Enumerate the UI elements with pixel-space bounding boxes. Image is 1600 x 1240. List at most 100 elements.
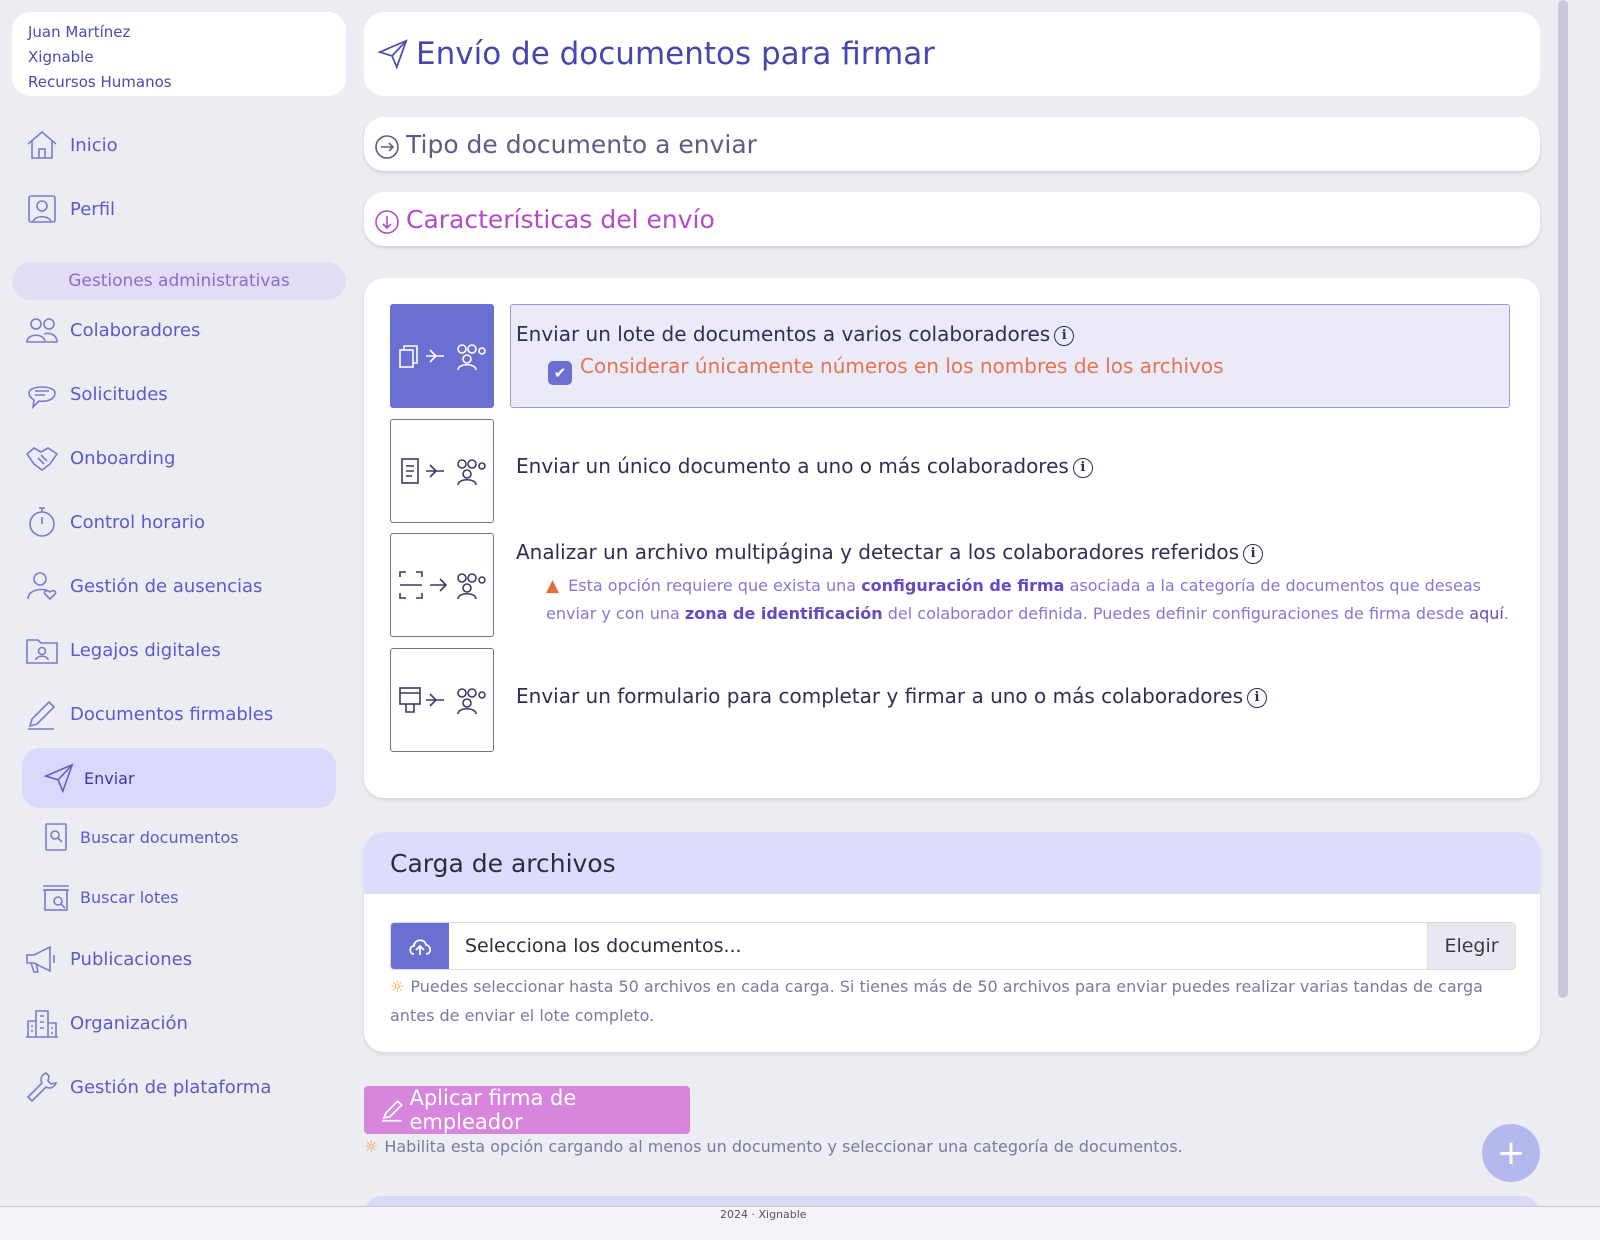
footer-text: 2024 · Xignable [720, 1208, 807, 1221]
sidebar-item-documentos-firmables[interactable]: Documentos firmables [24, 689, 273, 739]
sidebar-item-ausencias[interactable]: Gestión de ausencias [24, 561, 262, 611]
sidebar-item-enviar[interactable]: Enviar [22, 748, 336, 808]
option-unico-button[interactable] [390, 419, 494, 523]
sidebar-item-label: Control horario [70, 511, 206, 533]
wrench-icon [26, 1072, 58, 1103]
doc-search-icon [45, 823, 67, 851]
file-picker: Elegir [390, 922, 1516, 970]
pen-icon [381, 1099, 403, 1122]
option-label: Enviar un único documento a uno o más co… [516, 454, 1069, 478]
info-icon[interactable]: i [1243, 543, 1264, 564]
warning-icon: ▲ [546, 576, 560, 596]
lightbulb-icon: ☼ [364, 1137, 379, 1156]
sidebar-item-inicio[interactable]: Inicio [24, 120, 118, 170]
option-lote: Enviar un lote de documentos a varios co… [516, 322, 1075, 346]
apply-employer-signature-button[interactable]: Aplicar firma de empleador [364, 1086, 690, 1134]
upload-button[interactable] [391, 923, 449, 969]
sidebar-item-label: Inicio [70, 134, 118, 156]
option-lote-checkbox-row[interactable]: ✔ Considerar únicamente números en los no… [548, 354, 1224, 385]
sidebar-item-label: Buscar documentos [80, 827, 239, 847]
info-icon[interactable]: i [1072, 457, 1093, 478]
accordion-caracteristicas[interactable]: Características del envío [364, 192, 1540, 246]
sidebar-item-control-horario[interactable]: Control horario [24, 497, 205, 547]
accordion-tipo-documento[interactable]: Tipo de documento a enviar [364, 117, 1540, 171]
choose-button[interactable]: Elegir [1427, 923, 1515, 969]
page-title: Envío de documentos para firmar [416, 36, 935, 72]
option-lote-button[interactable] [390, 304, 494, 408]
option-formulario-button[interactable] [390, 648, 494, 752]
sidebar-item-perfil[interactable]: Perfil [24, 184, 115, 234]
send-icon [43, 763, 74, 794]
user-card: Juan Martínez Xignable Recursos Humanos [12, 12, 346, 96]
sidebar-item-label: Gestión de plataforma [70, 1076, 272, 1098]
checkbox-label: Considerar únicamente números en los nom… [580, 354, 1224, 378]
sidebar-item-colaboradores[interactable]: Colaboradores [24, 305, 200, 355]
option-label: Enviar un lote de documentos a varios co… [516, 322, 1051, 346]
option-formulario: Enviar un formulario para completar y fi… [516, 684, 1268, 708]
sidebar-item-label: Onboarding [70, 447, 176, 469]
option-label: Enviar un formulario para completar y fi… [516, 684, 1244, 708]
checkbox-checked-icon[interactable]: ✔ [548, 361, 572, 385]
home-icon [27, 130, 57, 159]
sidebar-item-label: Buscar lotes [80, 887, 179, 907]
upload-heading: Carga de archivos [364, 832, 1540, 894]
scrollbar[interactable] [1558, 0, 1568, 998]
user-department: Recursos Humanos [28, 73, 172, 91]
option-analizar-warning: ▲ Esta opción requiere que exista una co… [546, 576, 1509, 623]
option-analizar-button[interactable] [390, 533, 494, 637]
sidebar-item-buscar-documentos[interactable]: Buscar documentos [40, 817, 239, 857]
file-upload-panel: Carga de archivos Elegir ☼Puedes selecci… [364, 832, 1540, 1052]
batch-to-users-icon [399, 344, 486, 371]
signature-hint: ☼ Habilita esta opción cargando al menos … [364, 1137, 1183, 1156]
sidebar-item-solicitudes[interactable]: Solicitudes [24, 369, 168, 419]
accordion-title: Características del envío [406, 204, 715, 234]
sidebar-item-label: Organización [70, 1012, 188, 1034]
batch-search-icon [43, 885, 69, 911]
user-company: Xignable [28, 48, 94, 66]
users-icon [26, 318, 58, 343]
stopwatch-icon [29, 507, 55, 537]
sidebar-item-label: Publicaciones [70, 948, 193, 970]
sidebar-item-plataforma[interactable]: Gestión de plataforma [24, 1062, 271, 1112]
option-label: Analizar un archivo multipágina y detect… [516, 540, 1240, 564]
sidebar-item-publicaciones[interactable]: Publicaciones [24, 934, 192, 984]
sidebar-item-legajos[interactable]: Legajos digitales [24, 625, 221, 675]
info-icon[interactable]: i [1247, 687, 1268, 708]
user-icon [28, 195, 56, 223]
user-name: Juan Martínez [28, 23, 131, 41]
form-to-users-icon [399, 687, 486, 715]
chat-icon [28, 386, 56, 410]
sidebar-item-label: Perfil [70, 198, 116, 220]
sidebar-item-label: Solicitudes [70, 383, 168, 405]
config-link[interactable]: aquí [1469, 604, 1504, 623]
sidebar-item-label: Gestión de ausencias [70, 575, 263, 597]
fab-add-button[interactable]: + [1482, 1124, 1540, 1182]
megaphone-icon [26, 945, 55, 973]
sidebar-item-label: Documentos firmables [70, 703, 274, 725]
folder-user-icon [26, 639, 58, 664]
sidebar-item-label: Enviar [84, 768, 135, 788]
scan-to-users-icon [399, 571, 486, 600]
pen-icon [28, 700, 56, 730]
page-header: Envío de documentos para firmar [364, 12, 1540, 96]
sidebar-item-buscar-lotes[interactable]: Buscar lotes [40, 877, 178, 917]
option-unico: Enviar un único documento a uno o más co… [516, 454, 1093, 478]
sidebar-item-organizacion[interactable]: Organización [24, 998, 188, 1048]
send-options-panel: Enviar un lote de documentos a varios co… [364, 278, 1540, 798]
button-label: Aplicar firma de empleador [409, 1086, 577, 1134]
user-heart-icon [27, 572, 57, 601]
arrow-right-circle-icon [375, 135, 399, 159]
building-icon [26, 1010, 58, 1038]
send-icon [377, 39, 408, 70]
sidebar-item-label: Legajos digitales [70, 639, 221, 661]
info-icon[interactable]: i [1054, 325, 1075, 346]
lightbulb-icon: ☼ [390, 977, 405, 996]
accordion-title: Tipo de documento a enviar [406, 129, 757, 159]
arrow-down-circle-icon [375, 210, 399, 234]
file-input[interactable] [449, 923, 1427, 969]
document-to-users-icon [401, 458, 486, 486]
upload-hint: ☼ Puedes seleccionar hasta 50 archivos en… [390, 977, 1483, 1025]
sidebar-item-onboarding[interactable]: Onboarding [24, 433, 175, 483]
option-analizar: Analizar un archivo multipágina y detect… [516, 540, 1264, 564]
sidebar-item-label: Colaboradores [70, 319, 201, 341]
